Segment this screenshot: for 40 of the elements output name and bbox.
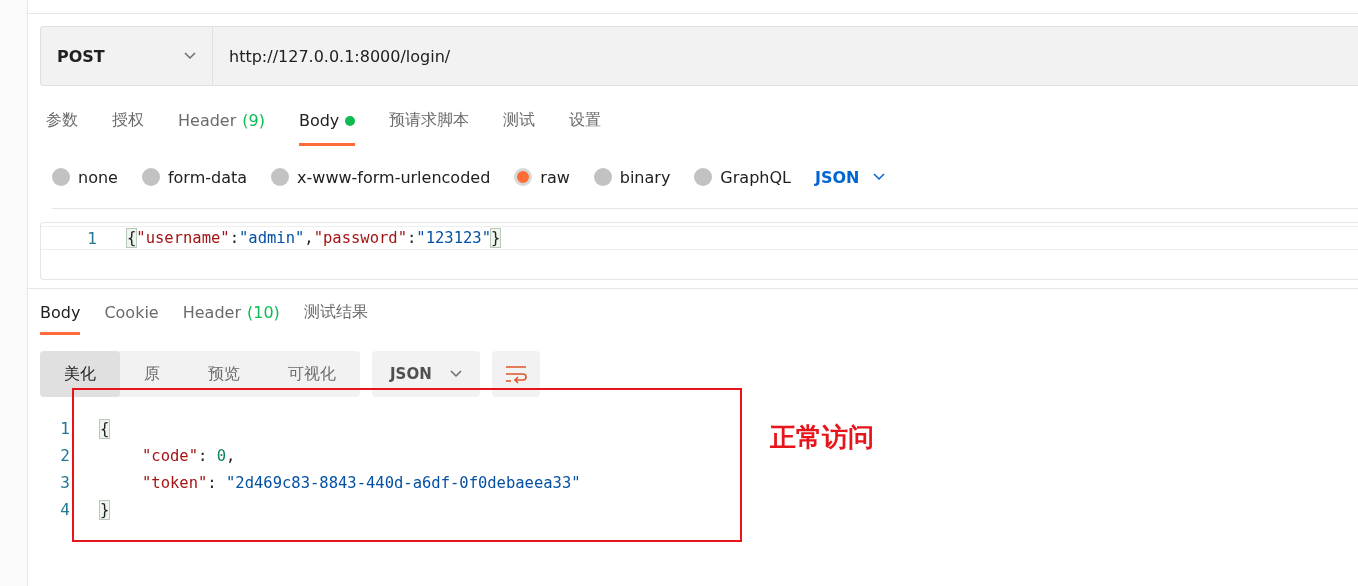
response-tab[interactable]: Cookie [104,301,159,335]
view-mode-tab[interactable]: 美化 [40,351,120,397]
body-type-option[interactable]: none [52,167,118,187]
view-mode-tab[interactable]: 原 [120,351,184,397]
body-type-option[interactable]: GraphQL [694,167,791,187]
request-tab[interactable]: 设置 [569,108,602,146]
response-tab[interactable]: Body [40,301,81,335]
response-tab[interactable]: 测试结果 [303,301,368,335]
annotation-text: 正常访问 [770,421,874,454]
format-dropdown[interactable]: JSON [814,167,886,187]
request-tab[interactable]: Body [298,108,356,146]
body-type-option[interactable]: form-data [141,167,248,187]
code-line: {"username":"admin","password":"123123"} [127,229,501,247]
url-field[interactable]: http://127.0.0.1:8000/login/ [213,27,1358,85]
body-type-option[interactable]: x-www-form-urlencoded [271,167,491,187]
chevron-down-icon [184,52,196,60]
code-line: "code": 0, [141,446,236,465]
request-tab[interactable]: 参数 [46,108,78,146]
format-dropdown[interactable]: JSON [372,351,480,397]
line-number: 1 [86,228,98,248]
chevron-down-icon [449,370,462,378]
request-tab[interactable]: 测试 [503,108,536,146]
view-mode-tab[interactable]: 预览 [184,351,264,397]
request-tab[interactable]: 预请求脚本 [389,108,470,146]
line-number: 3 [59,473,71,492]
wrap-lines-button[interactable] [491,351,540,397]
response-tab[interactable]: Header (10) [182,301,280,335]
code-line: "token": "2d469c83-8843-440d-a6df-0f0debaeea33" [141,473,581,492]
line-number: 2 [59,446,71,465]
wrap-lines-icon [503,363,528,385]
body-type-option[interactable]: binary [593,167,671,187]
body-type-option[interactable]: raw [514,167,570,187]
line-number: 4 [59,500,71,519]
view-mode-tab[interactable]: 可视化 [264,351,360,397]
line-number: 1 [59,419,71,438]
chevron-down-icon [873,173,886,181]
request-tab[interactable]: Header (9) [178,108,265,146]
request-editor[interactable]: 1 {"username":"admin","password":"123123"} [40,222,1358,280]
method-dropdown[interactable]: POST [41,27,213,85]
request-tab[interactable]: 授权 [112,108,144,146]
